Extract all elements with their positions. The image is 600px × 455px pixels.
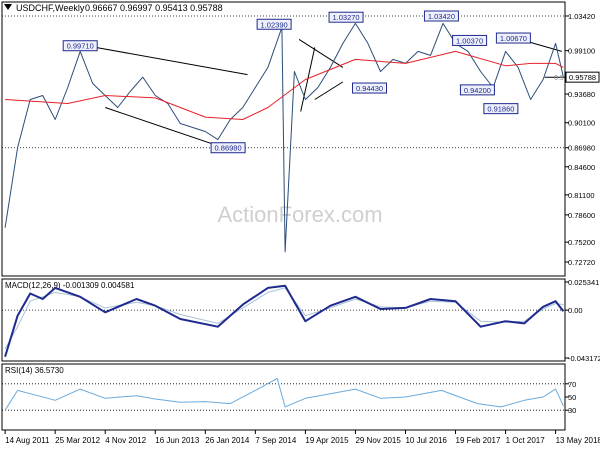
price-annotation-label: 0.91860 (487, 105, 514, 114)
ma-end-label: 0.9 (554, 75, 564, 82)
symbol-label: USDCHF,Weekly (16, 3, 85, 13)
price-y-tick-label: 0.84600 (568, 163, 595, 172)
x-tick-label: 7 Sep 2014 (255, 436, 296, 445)
x-tick-label: 14 Aug 2011 (5, 436, 50, 445)
price-y-tick-label: 0.90100 (568, 119, 595, 128)
last-price-label: 0.95788 (569, 73, 596, 82)
macd-signal-line (4, 287, 564, 350)
price-annotation-label: 0.86980 (215, 144, 242, 153)
x-tick-label: 16 Jun 2013 (155, 436, 200, 445)
price-y-tick-label: 1.03420 (568, 12, 595, 21)
price-y-tick-label: 0.86980 (568, 144, 595, 153)
macd-frame (1, 278, 566, 362)
price-annotation-label: 1.02390 (261, 20, 288, 29)
price-y-tick-label: 0.99100 (568, 47, 595, 56)
quote-values: 0.96667 0.96997 0.95413 0.95788 (85, 3, 223, 13)
price-y-tick-label: 0.78600 (568, 211, 595, 220)
rsi-frame (1, 363, 566, 431)
pattern-line (300, 47, 316, 112)
macd-title: MACD(12,26,9) -0.001309 0.004581 (5, 281, 135, 290)
macd-y-tick-label: 0.00 (568, 306, 583, 315)
macd-y-tick-label: -0.043172 (568, 354, 600, 363)
price-y-tick-label: 0.81100 (568, 191, 595, 200)
macd-line (4, 284, 565, 357)
pattern-line (314, 81, 344, 100)
chevron-down-icon[interactable] (4, 4, 12, 10)
x-tick-label: 29 Nov 2015 (355, 436, 401, 445)
price-panel: 1.03420 0.99100 0.95788 0.93680 0.90100 0.869… (1, 1, 600, 277)
price-y-tick-label: 0.75200 (568, 238, 595, 247)
price-annotation-label: 1.03270 (332, 13, 359, 22)
x-tick-label: 19 Apr 2015 (305, 436, 349, 445)
rsi-y-tick-label: 50 (568, 393, 576, 402)
macd-panel: 0.025341 0.00 -0.043172 MACD(12,26,9) -0.00… (1, 278, 600, 363)
price-annotation-label: 1.00670 (500, 34, 527, 43)
chart-svg: ActionForex.com 1.03420 0.99100 0.95788 0.9… (1, 1, 600, 445)
date-axis: 14 Aug 2011 25 Mar 2012 4 Nov 2012 16 Jun 2… (4, 430, 600, 445)
pattern-line (298, 38, 344, 68)
price-annotation-label: 0.99710 (67, 42, 94, 51)
price-y-tick-label: 0.72720 (568, 258, 595, 267)
price-annotation-label: 0.94200 (464, 86, 491, 95)
price-annotation-label: 0.94430 (356, 84, 383, 93)
x-tick-label: 19 Feb 2017 (456, 436, 501, 445)
price-y-tick-label: 0.93680 (568, 90, 595, 99)
x-tick-label: 25 Mar 2012 (55, 436, 100, 445)
x-tick-label: 4 Nov 2012 (105, 436, 146, 445)
x-tick-label: 1 Oct 2017 (506, 436, 546, 445)
rsi-line (4, 378, 564, 411)
rsi-y-tick-label: 30 (568, 406, 576, 415)
rsi-panel: 70 50 30 RSI(14) 36.5730 (1, 363, 576, 431)
watermark: ActionForex.com (217, 202, 382, 227)
chart-root: ActionForex.com 1.03420 0.99100 0.95788 0.9… (0, 0, 600, 450)
x-tick-label: 26 Jan 2014 (205, 436, 250, 445)
price-annotation-label: 1.00370 (456, 36, 483, 45)
x-tick-label: 13 May 2018 (556, 436, 600, 445)
price-series-line (4, 22, 564, 253)
price-annotation-label: 1.03420 (428, 12, 455, 21)
x-tick-label: 10 Jul 2016 (405, 436, 447, 445)
rsi-y-tick-label: 70 (568, 380, 576, 389)
rsi-title: RSI(14) 36.5730 (5, 366, 64, 375)
macd-y-tick-label: 0.025341 (568, 278, 599, 287)
pattern-line (86, 45, 248, 76)
